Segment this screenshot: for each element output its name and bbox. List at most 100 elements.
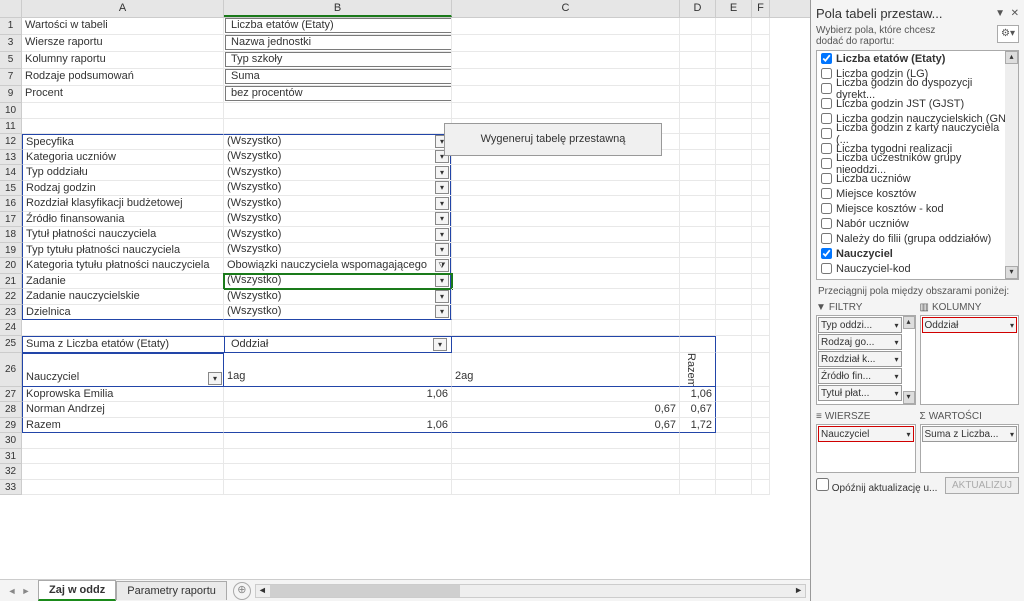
horizontal-scrollbar[interactable]: ◄► (255, 584, 806, 598)
param-dropdown[interactable]: Typ szkoły▾ (225, 52, 452, 67)
field-list-item[interactable]: Należy do filii (grupa oddziałów) (817, 231, 1018, 246)
pivot-total[interactable]: 1,06 (680, 387, 716, 403)
scroll-down-icon[interactable]: ▾ (903, 391, 915, 404)
row-header[interactable]: 19 (0, 243, 22, 259)
param-label[interactable]: Rodzaje podsumowań (22, 69, 224, 86)
chevron-down-icon[interactable]: ▾ (435, 274, 449, 287)
scroll-up-icon[interactable]: ▴ (903, 316, 915, 329)
field-list-item[interactable]: Liczba godzin z karty nauczyciela (... (817, 126, 1018, 141)
chevron-down-icon[interactable]: ▾ (208, 372, 222, 385)
param-label[interactable]: Wartości w tabeli (22, 18, 224, 35)
area-item-sum[interactable]: Suma z Liczba...▾ (922, 426, 1018, 442)
pivot-filter-value[interactable]: (Wszystko)▾ (224, 243, 452, 259)
row-header[interactable]: 31 (0, 449, 22, 465)
pivot-filter-value[interactable]: (Wszystko)▾ (224, 289, 452, 305)
row-header[interactable]: 24 (0, 320, 22, 336)
chevron-down-icon[interactable]: ▾ (435, 243, 449, 256)
pivot-col-2ag[interactable]: 2ag (452, 353, 680, 387)
area-columns-body[interactable]: Oddział▾ (920, 315, 1020, 405)
row-header[interactable]: 7 (0, 69, 22, 86)
pivot-values-label[interactable]: Suma z Liczba etatów (Etaty) (22, 336, 224, 353)
pivot-filter-value[interactable]: (Wszystko)▾ (224, 134, 452, 150)
param-label[interactable]: Kolumny raportu (22, 52, 224, 69)
area-item[interactable]: Źródło fin...▾ (818, 368, 902, 384)
row-header[interactable]: 27 (0, 387, 22, 403)
defer-checkbox-label[interactable]: Opóźnij aktualizację u... (816, 478, 937, 494)
chevron-down-icon[interactable]: ▾ (433, 338, 447, 351)
col-header-D[interactable]: D (680, 0, 716, 17)
field-checkbox[interactable] (821, 203, 832, 214)
field-checkbox[interactable] (821, 113, 832, 124)
field-checkbox[interactable] (821, 218, 832, 229)
col-header-F[interactable]: F (752, 0, 770, 17)
row-header[interactable]: 22 (0, 289, 22, 305)
field-list-item[interactable]: Liczba uczestników grupy nieoddzi... (817, 156, 1018, 171)
row-header[interactable]: 14 (0, 165, 22, 181)
pivot-value[interactable]: 0,67 (452, 418, 680, 434)
field-list-item[interactable]: Liczba godzin do dyspozycji dyrekt... (817, 81, 1018, 96)
row-header[interactable]: 18 (0, 227, 22, 243)
param-dropdown[interactable]: bez procentów▾ (225, 86, 452, 101)
field-checkbox[interactable] (821, 128, 832, 139)
chevron-down-icon[interactable]: ▾ (435, 290, 449, 303)
pivot-filter-value[interactable]: (Wszystko)▾ (224, 150, 452, 166)
field-checkbox[interactable] (821, 263, 832, 274)
pivot-filter-value[interactable]: (Wszystko)▾ (224, 227, 452, 243)
pivot-value[interactable]: 0,67 (452, 402, 680, 418)
pivot-filter-label[interactable]: Typ oddziału (22, 165, 224, 181)
pivot-value[interactable] (452, 387, 680, 403)
chevron-down-icon[interactable]: ▾ (894, 355, 898, 364)
field-list-item[interactable]: Nauczyciel-kod (817, 261, 1018, 276)
col-header-C[interactable]: C (452, 0, 680, 17)
param-dropdown[interactable]: Suma▾ (225, 69, 452, 84)
area-item[interactable]: Rodzaj go...▾ (818, 334, 902, 350)
chevron-down-icon[interactable]: ▾ (894, 372, 898, 381)
chevron-down-icon[interactable]: ▾ (435, 197, 449, 210)
row-header[interactable]: 9 (0, 86, 22, 103)
col-header-B[interactable]: B (224, 0, 452, 17)
area-scrollbar[interactable]: ▴▾ (903, 316, 915, 404)
pivot-total[interactable]: 1,72 (680, 418, 716, 434)
field-list-item[interactable]: Nabór uczniów (817, 216, 1018, 231)
area-rows-body[interactable]: Nauczyciel▾ (816, 424, 916, 473)
chevron-down-icon[interactable]: ▾ (435, 212, 449, 225)
pivot-total[interactable]: 0,67 (680, 402, 716, 418)
field-checkbox[interactable] (821, 233, 832, 244)
field-checkbox[interactable] (821, 83, 832, 94)
chevron-down-icon[interactable]: ▾ (894, 389, 898, 398)
field-checkbox[interactable] (821, 188, 832, 199)
pivot-filter-label[interactable]: Tytuł płatności nauczyciela (22, 227, 224, 243)
pivot-col-field[interactable]: Oddział▾ (224, 336, 452, 353)
row-header[interactable]: 29 (0, 418, 22, 434)
row-header[interactable]: 25 (0, 336, 22, 353)
scroll-down-icon[interactable]: ▾ (1005, 266, 1018, 279)
chevron-down-icon[interactable]: ▾ (1010, 430, 1014, 439)
area-item[interactable]: Typ oddzi...▾ (818, 317, 902, 333)
row-header[interactable]: 12 (0, 134, 22, 150)
chevron-down-icon[interactable]: ▾ (894, 338, 898, 347)
pivot-filter-value[interactable]: (Wszystko)▾ (224, 212, 452, 228)
area-item-oddzial[interactable]: Oddział▾ (922, 317, 1018, 333)
select-all-corner[interactable] (0, 0, 22, 18)
pivot-filter-value[interactable]: (Wszystko)▾ (224, 274, 452, 290)
chevron-down-icon[interactable]: ▾ (435, 181, 449, 194)
row-header[interactable]: 20 (0, 258, 22, 274)
field-list-item[interactable]: Miejsce kosztów (817, 186, 1018, 201)
pivot-filter-value[interactable]: (Wszystko)▾ (224, 305, 452, 321)
row-header[interactable]: 23 (0, 305, 22, 321)
field-checkbox[interactable] (821, 158, 832, 169)
scroll-thumb[interactable] (270, 585, 460, 597)
field-checkbox[interactable] (821, 143, 832, 154)
tab-next-icon[interactable]: ► (20, 586, 32, 596)
field-checkbox[interactable] (821, 68, 832, 79)
area-filters-body[interactable]: Typ oddzi...▾Rodzaj go...▾Rozdział k...▾… (816, 315, 916, 405)
field-checkbox[interactable] (821, 53, 832, 64)
pivot-value[interactable]: 1,06 (224, 387, 452, 403)
pivot-filter-label[interactable]: Rozdział klasyfikacji budżetowej (22, 196, 224, 212)
pivot-filter-label[interactable]: Dzielnica (22, 305, 224, 321)
field-list-item[interactable]: Nauczyciel (817, 246, 1018, 261)
area-values-body[interactable]: Suma z Liczba...▾ (920, 424, 1020, 473)
pivot-filter-value[interactable]: (Wszystko)▾ (224, 181, 452, 197)
row-header[interactable]: 1 (0, 18, 22, 35)
area-item[interactable]: Rozdział k...▾ (818, 351, 902, 367)
